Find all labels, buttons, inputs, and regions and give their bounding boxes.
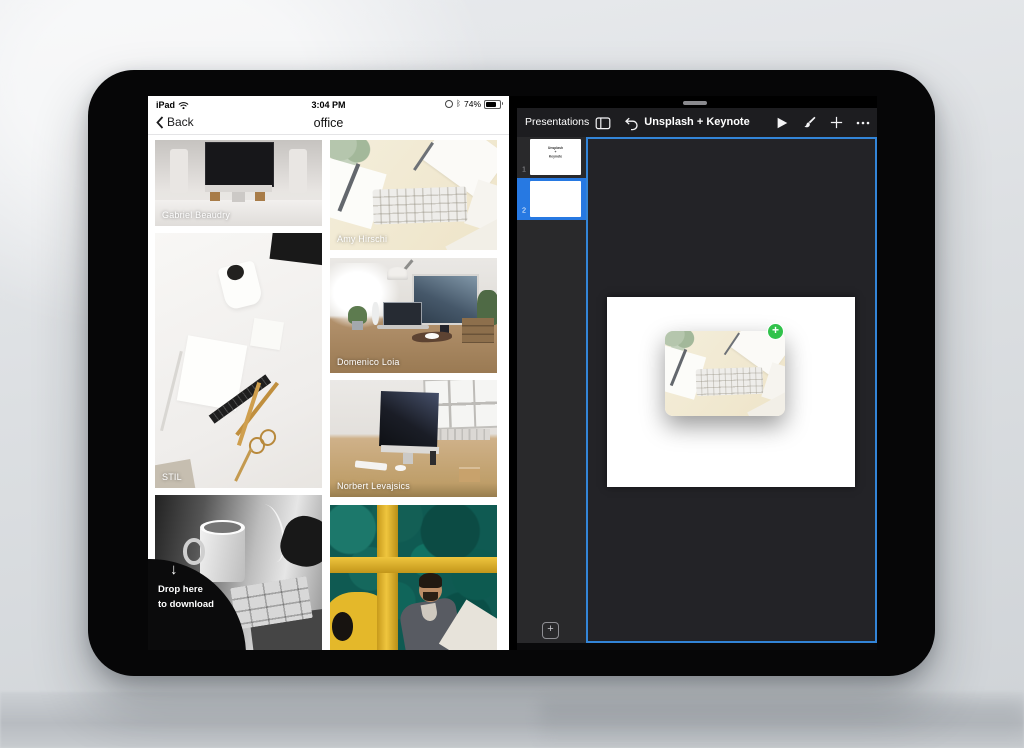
bottle-shape bbox=[372, 302, 380, 325]
mouse-shape bbox=[425, 333, 438, 339]
dragged-photo-art bbox=[665, 331, 785, 416]
drop-hint-line1: Drop here bbox=[158, 584, 203, 595]
slide-2-number: 2 bbox=[522, 206, 526, 214]
split-view-handle[interactable] bbox=[683, 101, 707, 105]
slide-navigator-icon[interactable] bbox=[594, 114, 611, 131]
photo-credit: Domenico Loia bbox=[337, 357, 400, 367]
radiator-shape bbox=[434, 429, 491, 440]
status-right: ᛒ 74% bbox=[445, 99, 501, 109]
keyboard-shape bbox=[355, 460, 387, 470]
background-shadow-smudge bbox=[540, 702, 1024, 748]
slide-2-selected-row[interactable]: 2 bbox=[517, 178, 586, 220]
note-shape bbox=[250, 318, 284, 350]
speaker-shape bbox=[170, 149, 188, 194]
dragged-image-preview[interactable] bbox=[665, 331, 785, 416]
photo-art-yellow-window bbox=[330, 505, 497, 650]
imac-shape bbox=[379, 391, 439, 448]
status-bar: iPad 3:04 PM ᛒ 74% bbox=[148, 96, 509, 114]
mug-handle-shape bbox=[183, 538, 205, 564]
add-object-icon[interactable] bbox=[828, 114, 845, 131]
keyboard-shape bbox=[696, 367, 764, 397]
crate-shape bbox=[462, 318, 494, 343]
person-hair-shape bbox=[419, 573, 442, 588]
imac-stand-shape bbox=[403, 453, 413, 465]
dark-corner-shape bbox=[269, 233, 322, 269]
alarm-icon bbox=[445, 100, 453, 108]
unsplash-nav-bar: Back office bbox=[148, 114, 509, 135]
photo-domenico-loia[interactable]: Domenico Loia bbox=[330, 258, 497, 373]
pen-holder-shape bbox=[430, 451, 436, 465]
presentations-back-button[interactable]: Presentations bbox=[525, 116, 589, 128]
format-brush-icon[interactable] bbox=[801, 114, 818, 131]
photo-gabriel-beaudry[interactable]: Gabriel Beaudry bbox=[155, 140, 322, 226]
photo-art-workstation bbox=[330, 258, 497, 373]
keynote-top-strip bbox=[517, 96, 877, 108]
bluetooth-icon: ᛒ bbox=[456, 100, 461, 108]
photo-norbert-levajsics[interactable]: Norbert Levajsics bbox=[330, 380, 497, 497]
wood-accent-shape bbox=[255, 192, 265, 201]
pot-shape bbox=[352, 321, 364, 330]
mug-inside-shape bbox=[204, 522, 241, 533]
slide-thumbnail-2[interactable] bbox=[530, 181, 581, 217]
keynote-app: Presentations Unsplash + Keynote bbox=[517, 96, 877, 650]
box-shape bbox=[459, 467, 481, 482]
drop-add-badge-icon: + bbox=[767, 323, 784, 340]
photo-credit: Gabriel Beaudry bbox=[162, 210, 230, 220]
slide-1-number: 1 bbox=[522, 165, 526, 173]
clip-shape bbox=[234, 448, 253, 482]
imac-chin-shape bbox=[205, 185, 272, 192]
current-slide[interactable]: + bbox=[607, 297, 855, 487]
play-button[interactable] bbox=[773, 114, 790, 131]
window-frame-horizontal bbox=[330, 557, 497, 573]
slide-thumbnail-1[interactable]: Unsplash + Keynote bbox=[530, 139, 581, 175]
arrow-down-icon: ↓ bbox=[170, 561, 178, 578]
photo-yellow-window[interactable] bbox=[330, 505, 497, 650]
drop-hint-line2: to download bbox=[158, 599, 214, 610]
photo-stil[interactable]: STIL bbox=[155, 233, 322, 488]
photo-amy-hirschi[interactable]: Amy Hirschi bbox=[330, 140, 497, 250]
search-query-title: office bbox=[148, 116, 509, 130]
laptop-base-shape bbox=[377, 325, 429, 329]
laptop-shape bbox=[383, 302, 421, 326]
slide-canvas[interactable]: + bbox=[586, 137, 877, 643]
desktop-background: iPad 3:04 PM ᛒ 74% bbox=[0, 0, 1024, 748]
photo-art-stationery bbox=[155, 233, 322, 488]
slide-navigator: Unsplash + Keynote 1 2 + bbox=[517, 137, 586, 643]
window-frame-vertical bbox=[377, 505, 399, 650]
mouse-shape bbox=[395, 465, 406, 470]
undo-icon[interactable] bbox=[622, 114, 639, 131]
more-icon[interactable] bbox=[854, 114, 871, 131]
photo-credit: STIL bbox=[162, 472, 182, 482]
imac-stand-shape bbox=[232, 192, 245, 202]
ipad-device: iPad 3:04 PM ᛒ 74% bbox=[88, 70, 935, 676]
battery-icon bbox=[484, 100, 501, 109]
ipad-screen: iPad 3:04 PM ᛒ 74% bbox=[148, 96, 877, 650]
keynote-toolbar: Presentations Unsplash + Keynote bbox=[517, 108, 877, 137]
keyboard-shape bbox=[373, 187, 468, 225]
wood-accent-shape bbox=[210, 192, 220, 201]
hand-shape bbox=[275, 510, 322, 573]
lamp-shape bbox=[387, 267, 409, 280]
unsplash-app: iPad 3:04 PM ᛒ 74% bbox=[148, 96, 509, 650]
imac-shape bbox=[205, 142, 274, 187]
keynote-bottom-strip bbox=[517, 643, 877, 650]
slide-1-title-text: Unsplash + Keynote bbox=[545, 146, 566, 159]
photo-credit: Amy Hirschi bbox=[337, 234, 387, 244]
person-beard-shape bbox=[423, 592, 438, 601]
battery-percent: 74% bbox=[464, 99, 481, 109]
photo-credit: Norbert Levajsics bbox=[337, 481, 410, 491]
add-slide-button[interactable]: + bbox=[542, 622, 559, 639]
photo-art-imac-window bbox=[330, 380, 497, 497]
speaker-shape bbox=[289, 149, 307, 194]
